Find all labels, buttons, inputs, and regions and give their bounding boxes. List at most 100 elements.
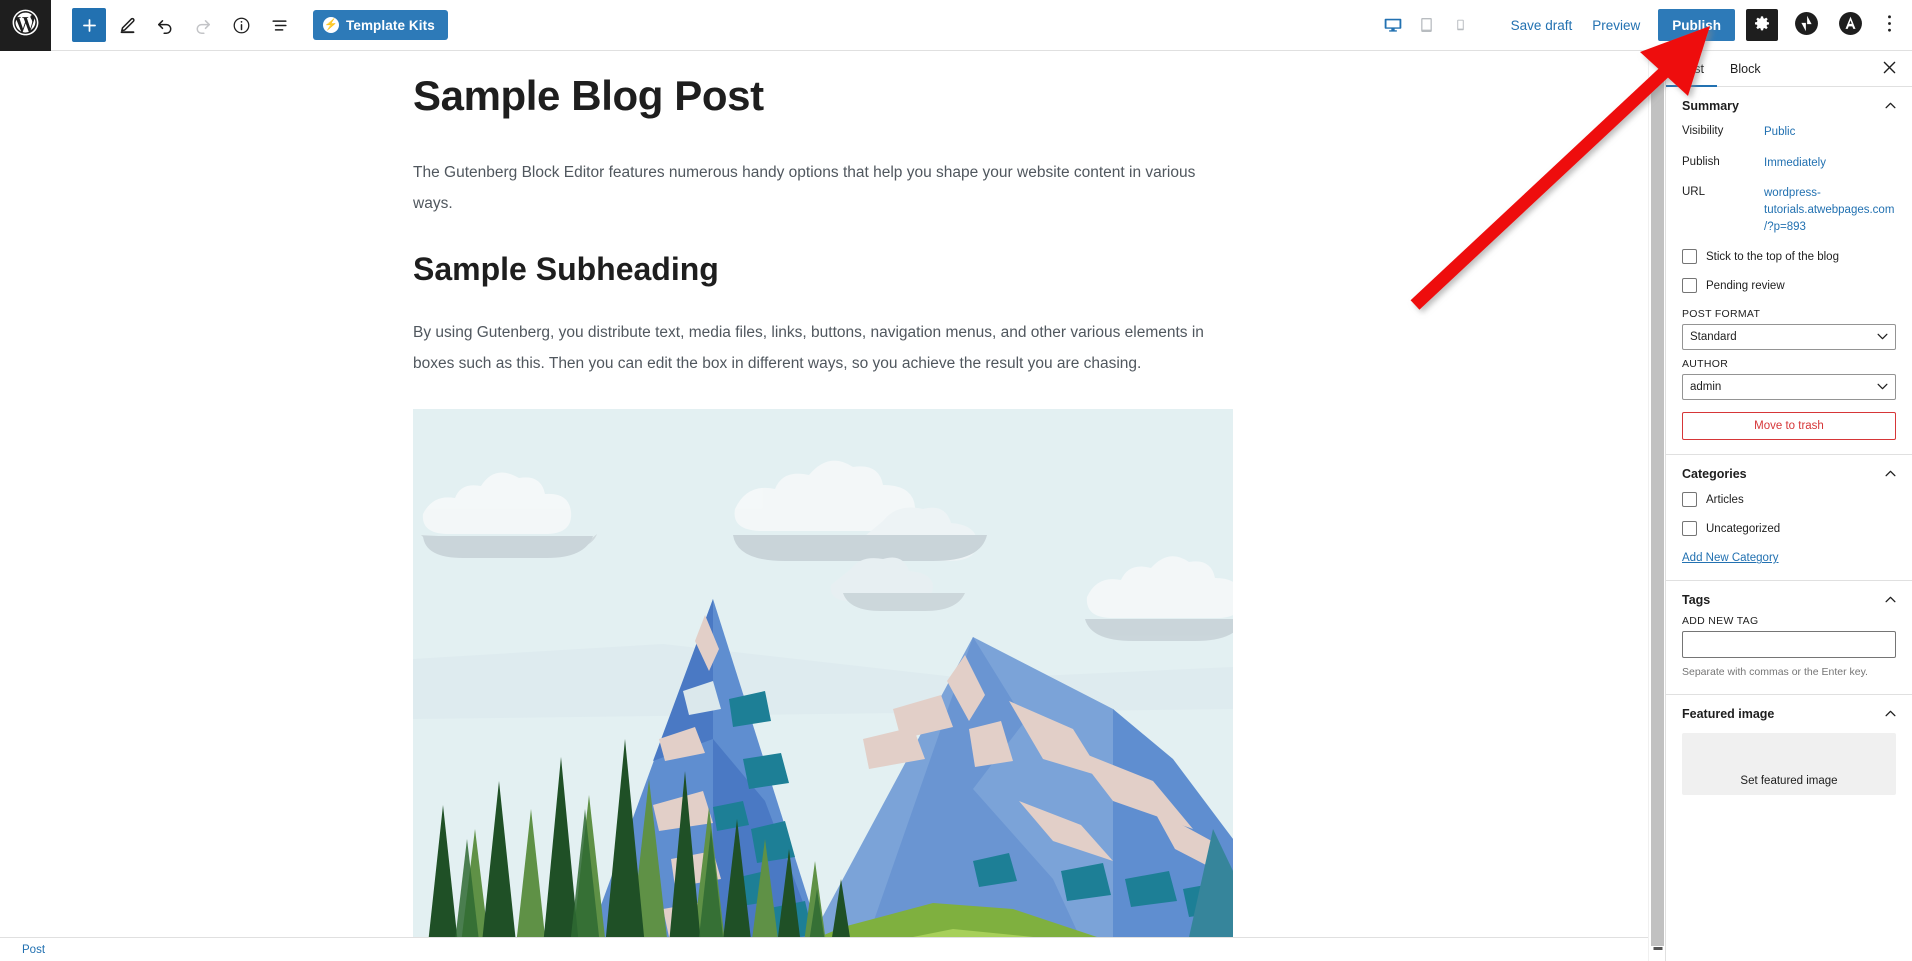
scroll-up-arrow[interactable]: [1649, 51, 1666, 68]
post-format-select-wrap: Standard: [1682, 324, 1896, 351]
tab-post[interactable]: Post: [1666, 51, 1717, 87]
categories-title: Categories: [1682, 467, 1747, 482]
wordpress-logo-button[interactable]: [0, 0, 51, 51]
author-label: AUTHOR: [1682, 358, 1729, 371]
pending-review-label: Pending review: [1706, 279, 1785, 292]
canvas-scrollbar[interactable]: [1648, 51, 1665, 961]
post-format-select[interactable]: Standard: [1682, 324, 1896, 351]
mobile-view-button[interactable]: [1449, 12, 1473, 38]
sidebar-tabs: Post Block: [1666, 51, 1912, 87]
close-sidebar-button[interactable]: [1877, 57, 1902, 80]
add-block-button[interactable]: [72, 8, 106, 42]
featured-image-title: Featured image: [1682, 707, 1775, 722]
gear-icon: [1753, 15, 1771, 36]
categories-section: Categories Articles Uncategorized Add Ne…: [1666, 455, 1912, 582]
url-value[interactable]: wordpress-tutorials.atwebpages.com/?p=89…: [1764, 185, 1896, 235]
scrollbar-thumb[interactable]: [1651, 78, 1664, 946]
redo-arrow-icon: [193, 15, 213, 35]
featured-image-section: Featured image Set featured image: [1666, 695, 1912, 809]
category-articles-label: Articles: [1706, 493, 1744, 506]
breadcrumb-item-post[interactable]: Post: [22, 944, 45, 956]
tablet-view-button[interactable]: [1415, 12, 1439, 38]
publish-label: Publish: [1682, 155, 1720, 168]
post-title[interactable]: Sample Blog Post: [413, 71, 1233, 121]
settings-button[interactable]: [1746, 9, 1778, 41]
pending-review-checkbox[interactable]: [1682, 278, 1697, 294]
sticky-post-checkbox-row[interactable]: Stick to the top of the blog: [1682, 242, 1896, 271]
summary-header[interactable]: Summary: [1682, 99, 1896, 113]
plus-icon: [80, 16, 99, 35]
summary-section: Summary Visibility Public Publish Immedi…: [1666, 87, 1912, 456]
publish-button[interactable]: Publish: [1658, 9, 1735, 41]
device-preview-group: [1381, 12, 1473, 38]
pencil-icon: [118, 16, 137, 35]
undo-button[interactable]: [148, 8, 182, 42]
toolbar-left-tools: ⚡ Template Kits: [72, 8, 448, 42]
category-uncategorized-label: Uncategorized: [1706, 522, 1781, 535]
save-draft-button[interactable]: Save draft: [1501, 12, 1583, 39]
chevron-up-icon[interactable]: [1885, 595, 1896, 605]
post-content-area: Sample Blog Post The Gutenberg Block Edi…: [413, 51, 1233, 938]
category-checkbox-row[interactable]: Articles: [1682, 485, 1896, 514]
categories-header[interactable]: Categories: [1682, 467, 1896, 481]
scroll-down-arrow[interactable]: [1649, 943, 1666, 953]
wordpress-logo-icon: [10, 7, 41, 43]
category-checkbox-row[interactable]: Uncategorized: [1682, 514, 1896, 543]
set-featured-image-button[interactable]: Set featured image: [1682, 733, 1896, 796]
editor-canvas: Sample Blog Post The Gutenberg Block Edi…: [0, 51, 1648, 938]
post-intro-paragraph[interactable]: The Gutenberg Block Editor features nume…: [413, 157, 1233, 219]
add-new-tag-label: ADD NEW TAG: [1682, 615, 1759, 628]
url-row: URL wordpress-tutorials.atwebpages.com/?…: [1682, 178, 1896, 242]
add-new-category-link[interactable]: Add New Category: [1682, 552, 1779, 564]
tags-title: Tags: [1682, 593, 1711, 608]
move-to-trash-button[interactable]: Move to trash: [1682, 412, 1896, 441]
astra-button[interactable]: [1834, 9, 1866, 41]
tags-section: Tags ADD NEW TAG Separate with commas or…: [1666, 581, 1912, 696]
post-settings-sidebar: Post Block Summary Visibility Public Pub…: [1665, 51, 1912, 961]
category-uncategorized-checkbox[interactable]: [1682, 521, 1697, 537]
featured-image-header[interactable]: Featured image: [1682, 707, 1896, 721]
pending-review-checkbox-row[interactable]: Pending review: [1682, 271, 1896, 300]
more-options-button[interactable]: [1874, 9, 1904, 41]
visibility-value[interactable]: Public: [1764, 124, 1795, 141]
tools-edit-button[interactable]: [110, 8, 144, 42]
post-image-block[interactable]: [413, 409, 1233, 938]
sticky-post-checkbox[interactable]: [1682, 249, 1697, 265]
bolt-icon: ⚡: [323, 17, 339, 33]
template-kits-label: Template Kits: [346, 17, 435, 33]
info-circle-icon: [232, 16, 251, 35]
bolt-circle-icon: [1794, 11, 1819, 39]
add-new-tag-input[interactable]: [1682, 631, 1896, 659]
visibility-row: Visibility Public: [1682, 117, 1896, 148]
toolbar-right-tools: Save draft Preview Publish: [1381, 9, 1912, 41]
url-label: URL: [1682, 186, 1706, 199]
category-articles-checkbox[interactable]: [1682, 492, 1697, 508]
redo-button[interactable]: [186, 8, 220, 42]
three-dots-vertical-icon: [1887, 14, 1892, 37]
tags-header[interactable]: Tags: [1682, 593, 1896, 607]
close-icon: [1883, 61, 1896, 77]
sticky-post-label: Stick to the top of the blog: [1706, 250, 1839, 263]
publish-value[interactable]: Immediately: [1764, 155, 1826, 172]
jetpack-button[interactable]: [1790, 9, 1822, 41]
tags-help-text: Separate with commas or the Enter key.: [1682, 666, 1868, 679]
chevron-up-icon[interactable]: [1885, 709, 1896, 719]
tab-block[interactable]: Block: [1717, 51, 1774, 87]
breadcrumb: Post: [0, 937, 1648, 961]
post-subheading[interactable]: Sample Subheading: [413, 249, 1233, 289]
desktop-view-button[interactable]: [1381, 12, 1405, 38]
preview-button[interactable]: Preview: [1582, 12, 1650, 39]
details-button[interactable]: [224, 8, 258, 42]
visibility-label: Visibility: [1682, 125, 1724, 137]
template-kits-button[interactable]: ⚡ Template Kits: [313, 10, 448, 40]
chevron-up-icon[interactable]: [1885, 469, 1896, 479]
list-view-icon: [270, 16, 289, 35]
author-select[interactable]: admin: [1682, 374, 1896, 401]
post-format-label: POST FORMAT: [1682, 308, 1761, 321]
list-view-button[interactable]: [262, 8, 296, 42]
summary-title: Summary: [1682, 99, 1739, 113]
post-body-paragraph[interactable]: By using Gutenberg, you distribute text,…: [413, 317, 1233, 379]
chevron-up-icon[interactable]: [1885, 101, 1896, 111]
undo-arrow-icon: [155, 15, 175, 35]
publish-date-row: Publish Immediately: [1682, 148, 1896, 179]
